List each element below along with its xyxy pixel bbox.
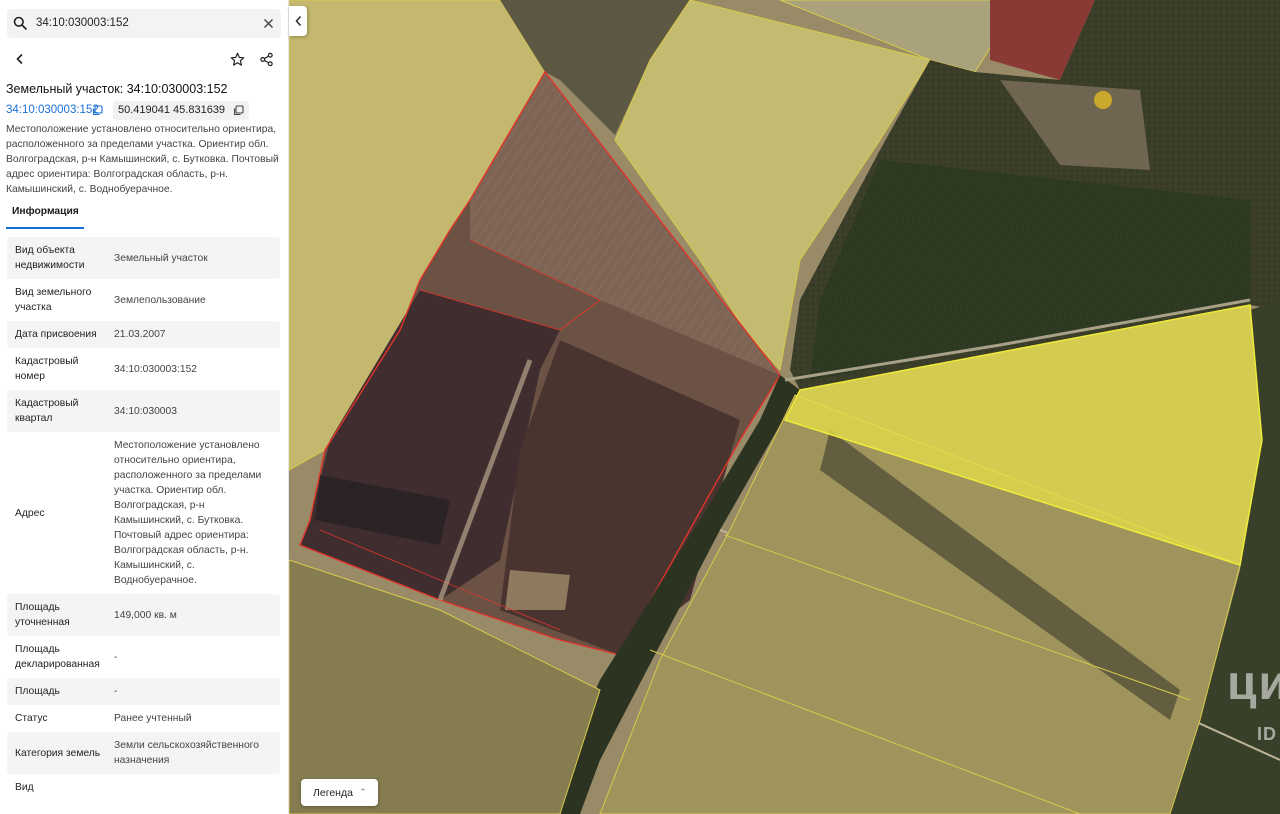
- row-label: Статус: [15, 713, 48, 724]
- location-description: Местоположение установлено относительно …: [6, 124, 279, 195]
- search-icon: [13, 16, 27, 30]
- share-button[interactable]: [253, 46, 279, 72]
- row-label: Кадастровый номер: [15, 356, 79, 382]
- copy-icon: [234, 105, 244, 116]
- close-icon[interactable]: [262, 17, 275, 30]
- satellite-map[interactable]: циан ID 332843: [289, 0, 1280, 814]
- table-row: Статус Ранее учтенный: [7, 705, 280, 732]
- row-label: Адрес: [15, 507, 45, 519]
- row-value: Землепользование: [114, 294, 206, 306]
- legend-label: Легенда: [313, 786, 353, 799]
- cadastral-number-link[interactable]: 34:10:030003:152: [6, 104, 99, 116]
- coordinates-text: 50.419041 45.831639: [118, 104, 226, 116]
- back-button[interactable]: [7, 46, 33, 72]
- watermark-id: ID 332843: [1257, 724, 1280, 744]
- chevron-up-icon: ⌃: [358, 787, 367, 797]
- row-value: Земельный участок: [114, 252, 208, 264]
- row-value: 21.03.2007: [114, 329, 166, 340]
- row-value: 149,000 кв. м: [114, 609, 177, 621]
- watermark-logo: циан: [1227, 657, 1280, 710]
- row-value: -: [114, 686, 118, 697]
- table-row: Дата присвоения 21.03.2007: [7, 321, 280, 348]
- tab-information[interactable]: Информация: [6, 206, 84, 229]
- row-label: Площадь уточненная: [15, 602, 70, 628]
- row-value: Земли сельскохозяйственного назначения: [114, 740, 259, 766]
- info-table: Вид объекта недвижимости Земельный участо…: [7, 237, 280, 801]
- row-label: Вид объекта недвижимости: [15, 245, 85, 271]
- map-canvas[interactable]: [289, 0, 1280, 814]
- row-label: Вид земельного участка: [15, 287, 92, 313]
- search-input[interactable]: 34:10:030003:152: [36, 17, 129, 29]
- copy-icon[interactable]: [92, 105, 103, 116]
- row-label: Дата присвоения: [15, 329, 97, 340]
- search-bar[interactable]: 34:10:030003:152: [7, 9, 281, 38]
- share-icon: [259, 52, 273, 66]
- row-value: 34:10:030003: [114, 405, 177, 417]
- table-row: Вид объекта недвижимости Земельный участо…: [7, 237, 280, 279]
- row-value: Ранее учтенный: [114, 713, 192, 724]
- table-row: Категория земель Земли сельскохозяйственн…: [7, 732, 280, 774]
- coordinates-chip[interactable]: 50.419041 45.831639: [113, 101, 250, 120]
- collapse-panel-button[interactable]: [289, 6, 307, 36]
- star-icon: [230, 52, 244, 66]
- row-label: Площадь декларированная: [15, 644, 100, 670]
- row-label: Кадастровый квартал: [15, 398, 79, 424]
- table-row: Кадастровый номер 34:10:030003:152: [7, 348, 280, 390]
- info-panel: 34:10:030003:152 Земельный участок: 34:1…: [0, 0, 289, 814]
- legend-button[interactable]: Легенда ⌃: [301, 779, 378, 806]
- table-row: Вид земельного участка Землепользование: [7, 279, 280, 321]
- table-row: Площадь декларированная -: [7, 636, 280, 678]
- table-row: Кадастровый квартал 34:10:030003: [7, 390, 280, 432]
- table-row: Площадь уточненная 149,000 кв. м: [7, 594, 280, 636]
- row-value: [113, 774, 280, 801]
- chevron-left-icon: [294, 15, 301, 27]
- arrow-left-icon: [16, 53, 23, 65]
- page-title: Земельный участок: 34:10:030003:152: [6, 82, 228, 96]
- table-row: Вид: [7, 774, 280, 801]
- row-label: Категория земель: [15, 747, 101, 759]
- row-value: 34:10:030003:152: [114, 363, 198, 375]
- table-row: Адрес Местоположение установлено относите…: [7, 432, 280, 594]
- row-value: Местоположение установлено относительно …: [114, 440, 262, 586]
- table-row: Площадь -: [7, 678, 280, 705]
- row-label: Площадь: [15, 686, 60, 697]
- row-value: -: [114, 651, 118, 663]
- row-label: Вид: [15, 782, 34, 793]
- favorite-button[interactable]: [224, 46, 250, 72]
